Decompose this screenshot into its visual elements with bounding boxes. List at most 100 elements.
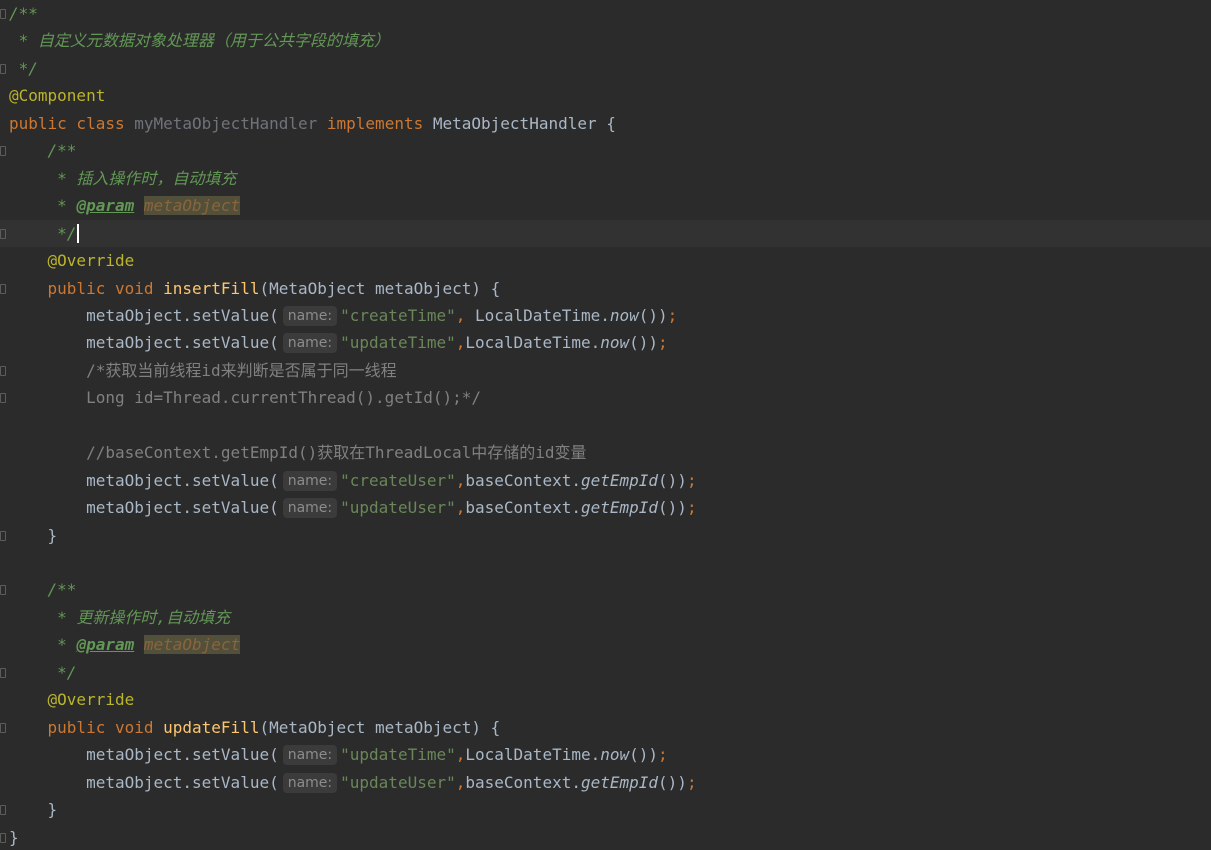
code-token: metaObject.setValue( xyxy=(9,498,279,518)
code-text: @Override xyxy=(9,247,135,274)
code-line[interactable]: //baseContext.getEmpId()获取在ThreadLocal中存… xyxy=(0,439,1211,466)
code-line[interactable] xyxy=(0,412,1211,439)
code-token: * xyxy=(9,635,77,655)
code-line[interactable]: @Override xyxy=(0,686,1211,713)
code-line[interactable] xyxy=(0,549,1211,576)
code-editor[interactable]: /** * 自定义元数据对象处理器（用于公共字段的填充） */ @Componen… xyxy=(0,0,1211,850)
code-line[interactable]: * @param metaObject xyxy=(0,192,1211,219)
code-text: Long id=Thread.currentThread().getId();*… xyxy=(9,384,481,411)
code-token: } xyxy=(9,827,19,847)
code-line[interactable]: Long id=Thread.currentThread().getId();*… xyxy=(0,384,1211,411)
code-token: baseContext. xyxy=(465,470,581,490)
code-token: MetaObjectHandler { xyxy=(432,113,616,133)
code-text: * 自定义元数据对象处理器（用于公共字段的填充） xyxy=(9,27,390,54)
fold-marker-icon[interactable] xyxy=(0,667,6,678)
code-token: , xyxy=(455,305,475,325)
code-token: /*获取当前线程id来判断是否属于同一线程 xyxy=(9,360,397,380)
code-line[interactable]: metaObject.setValue(name: "updateTime",Lo… xyxy=(0,329,1211,356)
code-token: @Component xyxy=(9,86,106,106)
fold-marker-icon[interactable] xyxy=(0,283,6,294)
code-line[interactable]: @Override xyxy=(0,247,1211,274)
code-line[interactable]: @Component xyxy=(0,82,1211,109)
code-token: metaObject.setValue( xyxy=(9,772,279,792)
code-token: /** xyxy=(9,580,77,600)
code-line[interactable]: /** xyxy=(0,137,1211,164)
fold-marker-icon[interactable] xyxy=(0,530,6,541)
code-text: metaObject.setValue(name: "createUser",ba… xyxy=(9,467,697,494)
code-token: ()) xyxy=(658,498,687,518)
code-token: /** xyxy=(9,141,77,161)
code-line[interactable]: metaObject.setValue(name: "createTime", L… xyxy=(0,302,1211,329)
fold-marker-icon[interactable] xyxy=(0,146,6,157)
code-line[interactable]: /*获取当前线程id来判断是否属于同一线程 xyxy=(0,357,1211,384)
fold-marker-icon[interactable] xyxy=(0,365,6,376)
code-text: metaObject.setValue(name: "updateUser",ba… xyxy=(9,494,697,521)
code-text: */ xyxy=(9,55,38,82)
code-line[interactable]: public void updateFill(MetaObject metaOb… xyxy=(0,714,1211,741)
code-token: public void xyxy=(9,717,164,737)
fold-marker-icon[interactable] xyxy=(0,9,6,19)
fold-marker-icon[interactable] xyxy=(0,585,6,596)
code-token: now xyxy=(600,333,630,353)
code-line[interactable]: /** xyxy=(0,576,1211,603)
code-text: /** xyxy=(9,0,38,27)
code-token: (MetaObject metaObject) { xyxy=(259,278,501,298)
code-line[interactable]: */ xyxy=(0,55,1211,82)
code-line[interactable]: public void insertFill(MetaObject metaOb… xyxy=(0,275,1211,302)
code-token: ()) xyxy=(638,305,668,325)
code-line[interactable]: * 自定义元数据对象处理器（用于公共字段的填充） xyxy=(0,27,1211,54)
code-token: @Override xyxy=(9,251,135,271)
code-text: public void insertFill(MetaObject metaOb… xyxy=(9,275,501,302)
parameter-hint: name: xyxy=(282,745,338,766)
code-token: } xyxy=(9,800,58,820)
code-line[interactable]: * 插入操作时，自动填充 xyxy=(0,165,1211,192)
fold-marker-icon[interactable] xyxy=(0,63,6,74)
code-line[interactable]: /** xyxy=(0,0,1211,27)
parameter-hint: name: xyxy=(282,772,338,793)
code-line[interactable]: metaObject.setValue(name: "createUser",ba… xyxy=(0,467,1211,494)
code-line[interactable]: } xyxy=(0,824,1211,850)
code-token: now xyxy=(600,745,630,765)
code-token: ; xyxy=(667,305,678,325)
fold-marker-icon[interactable] xyxy=(0,228,6,239)
code-text: * 插入操作时，自动填充 xyxy=(9,165,236,192)
code-line[interactable]: metaObject.setValue(name: "updateUser",ba… xyxy=(0,494,1211,521)
code-line[interactable]: } xyxy=(0,796,1211,823)
code-line[interactable]: * 更新操作时,自动填充 xyxy=(0,604,1211,631)
code-token: getEmpId xyxy=(580,470,659,490)
code-token: , xyxy=(455,772,466,792)
code-token: * xyxy=(9,196,77,216)
code-text: /*获取当前线程id来判断是否属于同一线程 xyxy=(9,357,397,384)
parameter-hint: name: xyxy=(282,470,338,491)
fold-marker-icon[interactable] xyxy=(0,805,6,816)
code-token: @Override xyxy=(9,690,135,710)
code-text: public class myMetaObjectHandler impleme… xyxy=(9,110,616,137)
code-token: baseContext. xyxy=(465,498,581,518)
code-token: */ xyxy=(9,58,38,78)
code-token: ()) xyxy=(658,772,687,792)
code-line[interactable]: } xyxy=(0,522,1211,549)
code-token: "updateUser" xyxy=(340,498,456,518)
code-token: metaObject.setValue( xyxy=(9,333,279,353)
code-text: } xyxy=(9,824,19,850)
code-text: metaObject.setValue(name: "createTime", L… xyxy=(9,302,677,329)
code-token: ()) xyxy=(629,333,659,353)
code-text: * 更新操作时,自动填充 xyxy=(9,604,230,631)
code-token: LocalDateTime. xyxy=(475,305,610,325)
code-token: //baseContext.getEmpId()获取在ThreadLocal中存… xyxy=(9,443,587,463)
code-token: "createUser" xyxy=(340,470,456,490)
code-token: updateFill xyxy=(163,717,260,737)
fold-marker-icon[interactable] xyxy=(0,393,6,404)
code-text: } xyxy=(9,522,58,549)
fold-marker-icon[interactable] xyxy=(0,832,6,843)
code-token: myMetaObjectHandler xyxy=(134,113,327,133)
code-line[interactable]: metaObject.setValue(name: "updateUser",ba… xyxy=(0,769,1211,796)
code-line[interactable]: * @param metaObject xyxy=(0,631,1211,658)
code-line[interactable]: public class myMetaObjectHandler impleme… xyxy=(0,110,1211,137)
code-token: * 插入操作时，自动填充 xyxy=(9,168,237,188)
code-line[interactable]: */ xyxy=(0,659,1211,686)
fold-marker-icon[interactable] xyxy=(0,722,6,733)
code-text: metaObject.setValue(name: "updateTime",Lo… xyxy=(9,329,668,356)
code-line[interactable]: metaObject.setValue(name: "updateTime",Lo… xyxy=(0,741,1211,768)
code-line[interactable]: */ xyxy=(0,219,1211,247)
